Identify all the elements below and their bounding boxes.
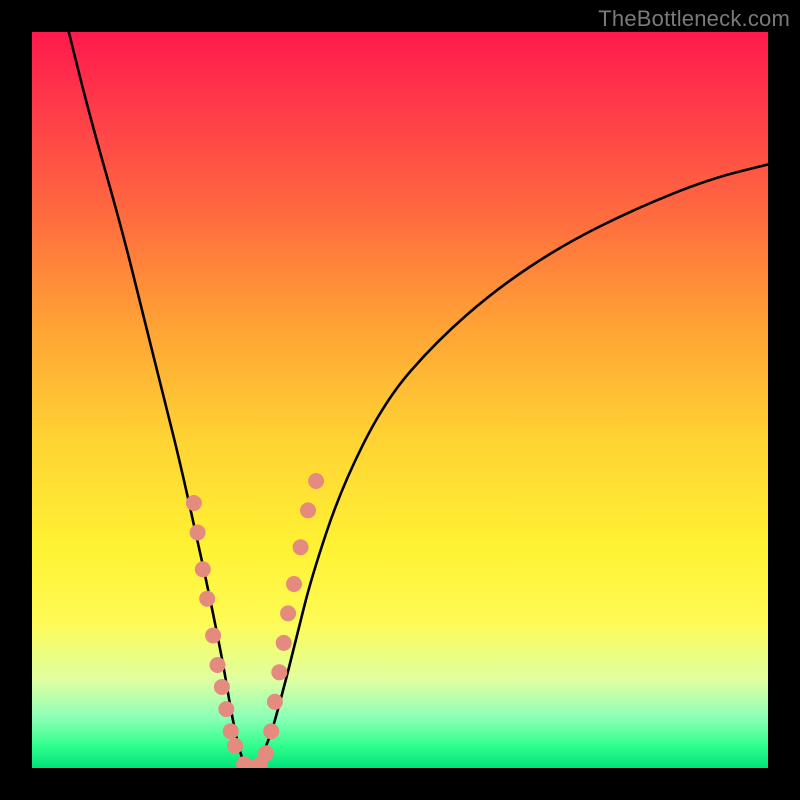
marker-dot: [263, 723, 279, 739]
marker-dot: [223, 723, 239, 739]
marker-dot: [227, 738, 243, 754]
highlighted-points: [186, 473, 324, 768]
curve-svg: [32, 32, 768, 768]
chart-stage: TheBottleneck.com: [0, 0, 800, 800]
marker-dot: [300, 502, 316, 518]
marker-dot: [214, 679, 230, 695]
bottleneck-curve: [69, 32, 768, 768]
marker-dot: [199, 591, 215, 607]
marker-dot: [186, 495, 202, 511]
marker-dot: [286, 576, 302, 592]
marker-dot: [293, 539, 309, 555]
marker-dot: [276, 635, 292, 651]
marker-dot: [308, 473, 324, 489]
marker-dot: [267, 694, 283, 710]
marker-dot: [195, 561, 211, 577]
marker-dot: [258, 745, 274, 761]
plot-area: [32, 32, 768, 768]
marker-dot: [280, 605, 296, 621]
marker-dot: [190, 525, 206, 541]
marker-dot: [271, 664, 287, 680]
marker-dot: [218, 701, 234, 717]
watermark-text: TheBottleneck.com: [598, 6, 790, 32]
marker-dot: [205, 628, 221, 644]
marker-dot: [210, 657, 226, 673]
